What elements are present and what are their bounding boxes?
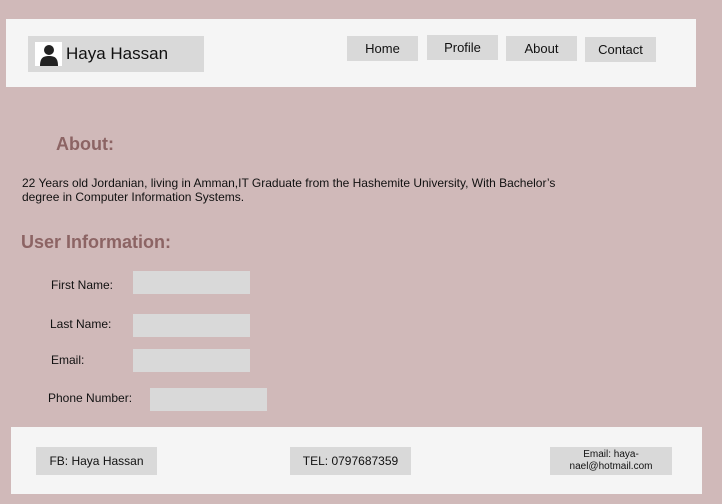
header-bar: Haya Hassan Home Profile About Contact — [6, 19, 696, 87]
nav-profile-button[interactable]: Profile — [427, 35, 498, 60]
user-badge[interactable]: Haya Hassan — [28, 36, 204, 72]
first-name-label: First Name: — [51, 278, 114, 292]
nav-contact-button[interactable]: Contact — [585, 37, 656, 62]
phone-number-label: Phone Number: — [48, 391, 133, 405]
email-label: Email: — [51, 353, 85, 367]
nav-about-button[interactable]: About — [506, 36, 577, 61]
nav-home-button[interactable]: Home — [347, 36, 418, 61]
footer-email[interactable]: Email: haya-nael@hotmail.com — [550, 447, 672, 475]
first-name-input[interactable] — [133, 271, 250, 294]
footer-bar: FB: Haya Hassan TEL: 0797687359 Email: h… — [11, 427, 702, 494]
user-information-heading: User Information: — [21, 232, 172, 252]
last-name-input[interactable] — [133, 314, 250, 337]
footer-telephone[interactable]: TEL: 0797687359 — [290, 447, 411, 475]
email-input[interactable] — [133, 349, 250, 372]
about-text: 22 Years old Jordanian, living in Amman,… — [22, 176, 556, 204]
user-name: Haya Hassan — [66, 44, 169, 63]
user-avatar-icon — [35, 42, 62, 66]
footer-facebook[interactable]: FB: Haya Hassan — [36, 447, 157, 475]
last-name-label: Last Name: — [50, 317, 112, 331]
phone-number-input[interactable] — [150, 388, 267, 411]
about-heading: About: — [56, 134, 114, 154]
